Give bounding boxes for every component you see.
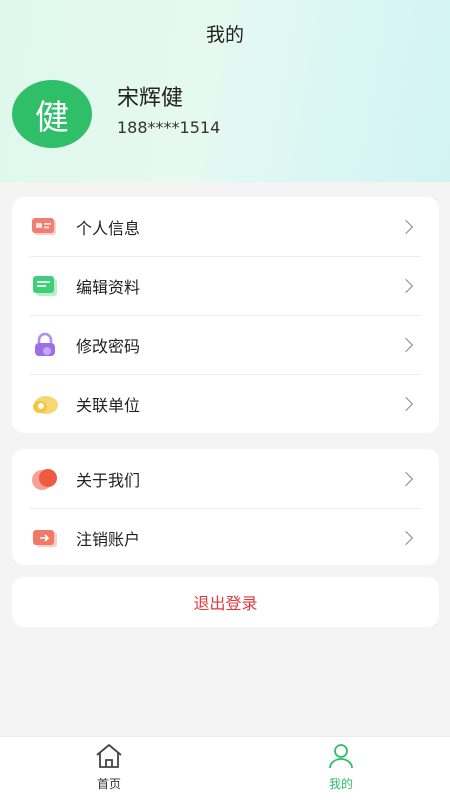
menu-card-other: 关于我们 注销账户 <box>12 449 439 565</box>
menu-item-label: 关联单位 <box>76 395 141 415</box>
bottom-tab-bar: 首页 我的 <box>0 736 450 800</box>
menu-item-personal-info[interactable]: 个人信息 <box>12 197 439 256</box>
chevron-right-icon <box>398 471 414 486</box>
edit-profile-icon <box>30 271 60 301</box>
chevron-right-icon <box>398 530 414 545</box>
menu-item-label: 注销账户 <box>76 529 141 549</box>
page-title: 我的 <box>205 24 244 46</box>
menu-item-label: 个人信息 <box>76 218 141 238</box>
about-icon <box>30 464 60 494</box>
tab-mine-label: 我的 <box>328 777 353 791</box>
tab-home[interactable]: 首页 <box>69 743 149 792</box>
menu-item-link-organization[interactable]: 关联单位 <box>12 374 439 433</box>
link-organization-icon <box>30 389 60 419</box>
home-icon <box>94 743 124 773</box>
user-phone: 188****1514 <box>117 118 221 137</box>
menu-item-change-password[interactable]: 修改密码 <box>12 315 439 374</box>
id-card-icon <box>30 212 60 242</box>
menu-item-label: 编辑资料 <box>76 277 141 297</box>
tab-mine[interactable]: 我的 <box>301 743 381 792</box>
user-icon <box>326 743 356 773</box>
chevron-right-icon <box>398 278 414 293</box>
menu-item-about-us[interactable]: 关于我们 <box>12 449 439 508</box>
cancel-account-icon <box>30 523 60 553</box>
menu-item-label: 修改密码 <box>76 336 141 356</box>
menu-item-label: 关于我们 <box>76 470 141 490</box>
chevron-right-icon <box>398 337 414 352</box>
logout-label: 退出登录 <box>193 594 258 613</box>
chevron-right-icon <box>398 396 414 411</box>
avatar[interactable]: 健 <box>12 80 92 148</box>
menu-item-cancel-account[interactable]: 注销账户 <box>12 508 439 567</box>
menu-item-edit-profile[interactable]: 编辑资料 <box>12 256 439 315</box>
lock-icon <box>30 330 60 360</box>
user-name: 宋辉健 <box>117 86 184 111</box>
profile-header: 我的 健 宋辉健 188****1514 <box>0 0 450 182</box>
tab-home-label: 首页 <box>96 777 121 791</box>
chevron-right-icon <box>398 219 414 234</box>
logout-button[interactable]: 退出登录 <box>12 577 439 627</box>
menu-card-account: 个人信息 编辑资料 修改密码 关联单位 <box>12 197 439 433</box>
